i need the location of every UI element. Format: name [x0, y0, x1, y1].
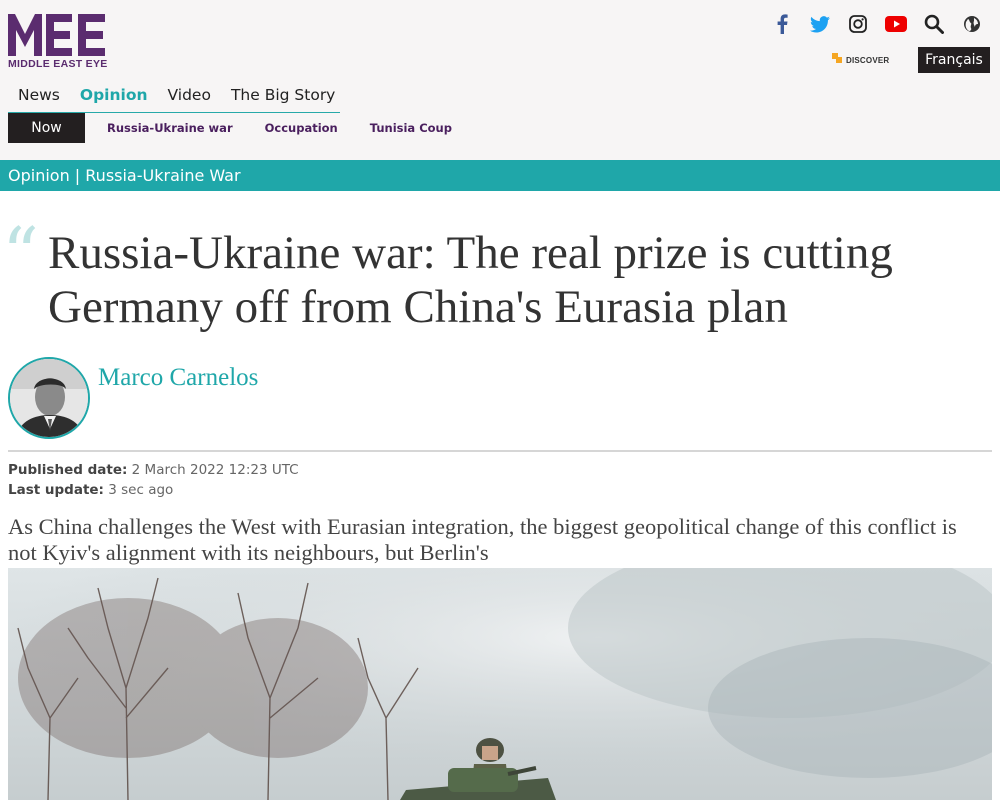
- published-date: Published date: 2 March 2022 12:23 UTC: [8, 462, 299, 478]
- facebook-icon[interactable]: [770, 12, 794, 36]
- nav-item-video[interactable]: Video: [158, 84, 221, 104]
- youtube-icon[interactable]: [884, 12, 908, 36]
- tag-tunisia-coup[interactable]: Tunisia Coup: [370, 121, 452, 135]
- brand-name: MIDDLE EAST EYE: [8, 58, 108, 70]
- main-nav: News Opinion Video The Big Story: [8, 84, 340, 113]
- nav-item-the-big-story[interactable]: The Big Story: [221, 84, 345, 104]
- article-standfirst: As China challenges the West with Eurasi…: [8, 514, 957, 565]
- section-breadcrumb[interactable]: Opinion | Russia-Ukraine War: [0, 160, 1000, 191]
- tag-occupation[interactable]: Occupation: [265, 121, 338, 135]
- quote-mark-icon: “: [2, 212, 39, 296]
- globe-icon[interactable]: [960, 12, 984, 36]
- author-avatar[interactable]: [8, 357, 90, 439]
- language-button[interactable]: Français: [918, 47, 990, 73]
- discover-label: DISCOVER: [846, 56, 890, 65]
- mee-logo[interactable]: MIDDLE EAST EYE: [8, 12, 108, 72]
- hero-image: [8, 568, 992, 800]
- last-update: Last update: 3 sec ago: [8, 482, 173, 498]
- published-label: Published date:: [8, 462, 128, 478]
- now-button[interactable]: Now: [8, 113, 85, 143]
- discover-icon: [832, 52, 842, 63]
- published-value: 2 March 2022 12:23 UTC: [131, 462, 299, 478]
- updated-value: 3 sec ago: [108, 482, 174, 498]
- twitter-icon[interactable]: [808, 12, 832, 36]
- mee-logo-mark: [8, 14, 105, 56]
- instagram-icon[interactable]: [846, 12, 870, 36]
- updated-label: Last update:: [8, 482, 104, 498]
- discover-link[interactable]: DISCOVER: [830, 50, 889, 65]
- article-headline: Russia-Ukraine war: The real prize is cu…: [48, 227, 893, 333]
- site-header: MIDDLE EAST EYE DISCOVER Français News O…: [0, 0, 1000, 160]
- nav-item-news[interactable]: News: [8, 84, 70, 104]
- sub-nav: Now Russia-Ukraine war Occupation Tunisi…: [8, 113, 452, 143]
- author-name[interactable]: Marco Carnelos: [98, 364, 258, 392]
- social-links: [770, 12, 984, 36]
- search-icon[interactable]: [922, 12, 946, 36]
- tag-russia-ukraine-war[interactable]: Russia-Ukraine war: [107, 121, 233, 135]
- nav-item-opinion[interactable]: Opinion: [70, 84, 158, 104]
- divider: [8, 450, 992, 452]
